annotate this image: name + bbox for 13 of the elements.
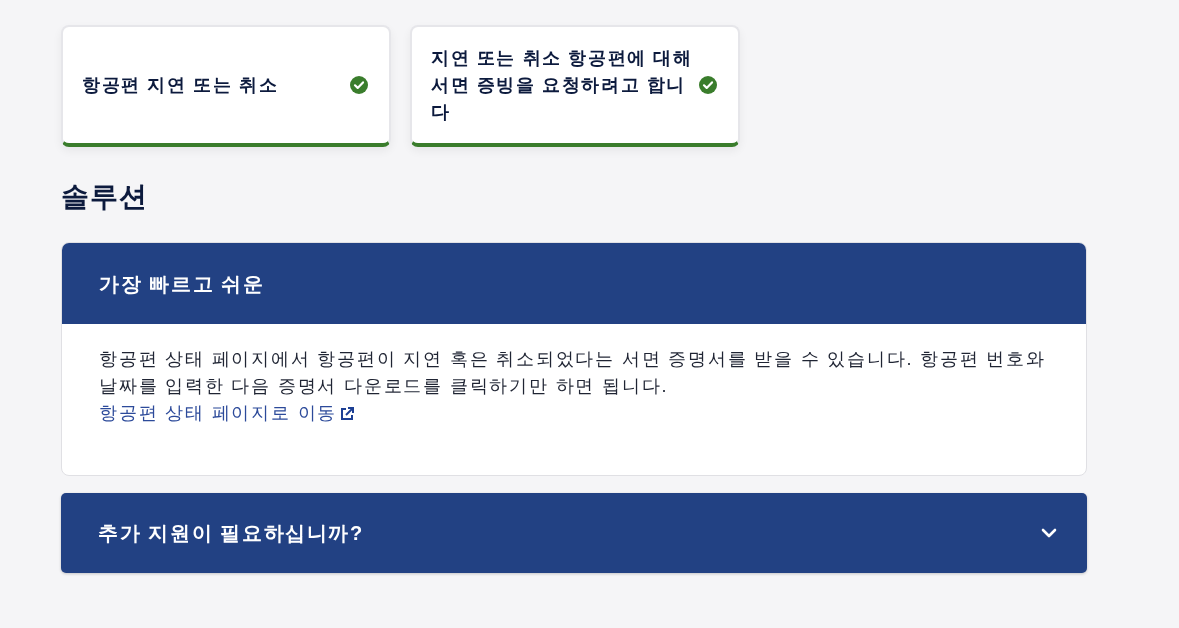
panel-text: 항공편 상태 페이지에서 항공편이 지연 혹은 취소되었다는 서면 증명서를 받을 수 있습니다. 항공편 번호와 날짜를 입력한 다음 증명서 다운로드를 클릭하기만 하면 됩니다.: [99, 348, 1047, 398]
flight-status-link[interactable]: 항공편 상태 페이지로 이동: [99, 400, 355, 427]
help-accordion[interactable]: 추가 지원이 필요하십니까?: [61, 493, 1087, 573]
check-circle-icon: [699, 76, 717, 94]
external-link-icon: [340, 406, 355, 421]
check-circle-icon: [350, 76, 368, 94]
section-heading: 솔루션: [61, 180, 149, 214]
step-card[interactable]: 항공편 지연 또는 취소: [61, 25, 391, 147]
panel-title: 가장 빠르고 쉬운: [99, 271, 265, 297]
chevron-icon: [1041, 528, 1057, 538]
step-label: 지연 또는 취소 항공편에 대해 서면 증빙을 요청하려고 합니다: [431, 46, 694, 124]
step-card[interactable]: 지연 또는 취소 항공편에 대해 서면 증빙을 요청하려고 합니다: [410, 25, 740, 147]
step-label: 항공편 지연 또는 취소: [82, 73, 280, 97]
